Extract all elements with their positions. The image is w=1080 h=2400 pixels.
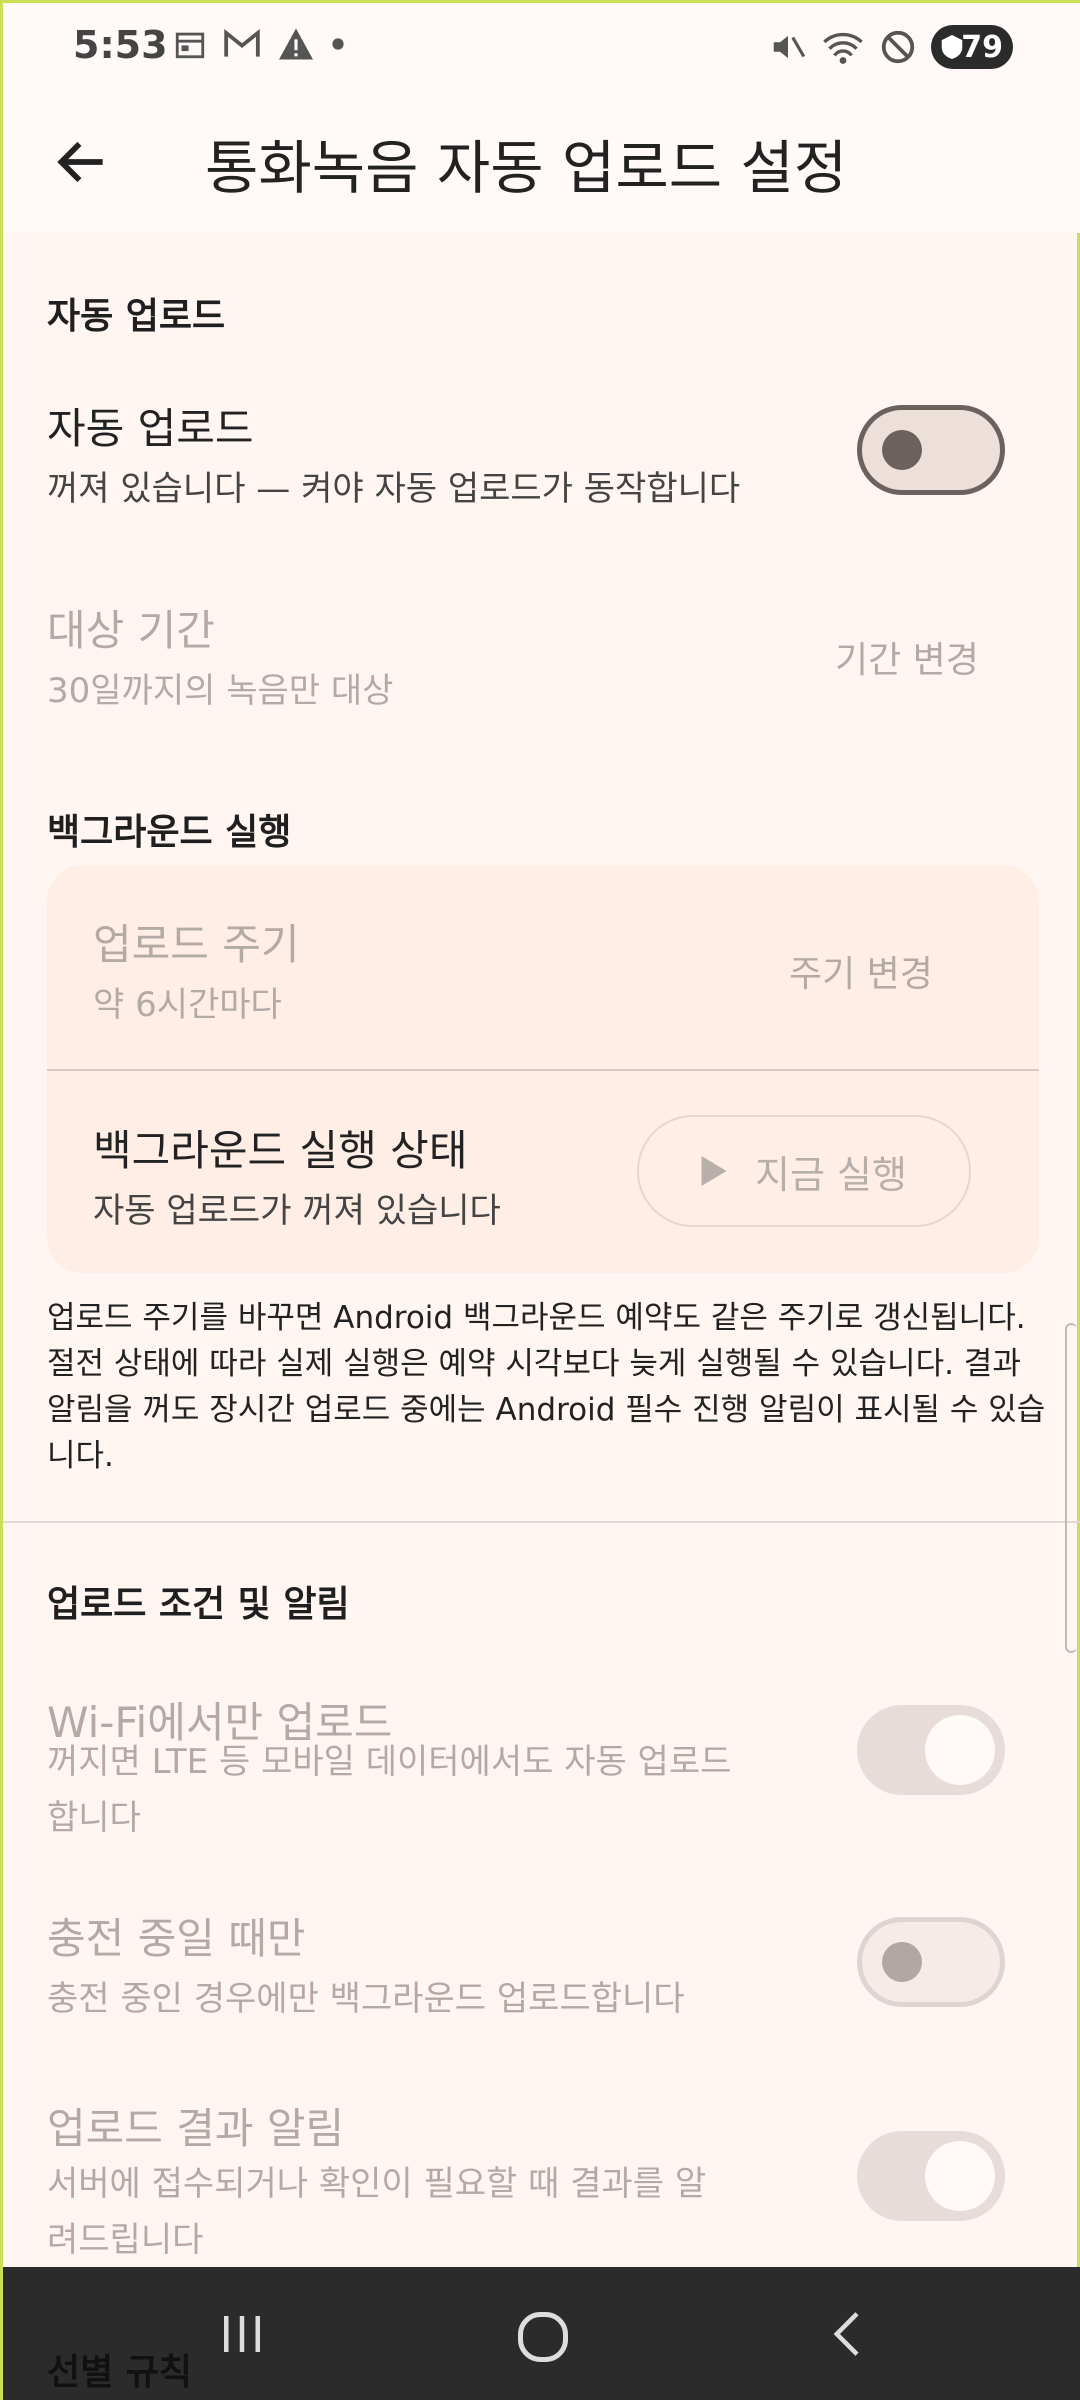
status-time: 5:53 [73,23,168,67]
section-heading-conditions: 업로드 조건 및 알림 [47,1584,350,1625]
upload-cycle-subtitle: 약 6시간마다 [93,985,282,1025]
charging-only-toggle[interactable] [857,1917,1005,2007]
period-title: 대상 기간 [47,606,215,655]
recents-icon[interactable] [215,2307,269,2361]
toggle-knob [882,1942,922,1982]
section-heading-selection-rules: 선별 규칙 [47,2352,193,2393]
wifi-only-subtitle-line1: 꺼지면 LTE 등 모바일 데이터에서도 자동 업로드 [47,1742,732,1782]
page-title: 통화녹음 자동 업로드 설정 [205,134,848,202]
battery-saver-icon [941,35,963,59]
dot-icon [332,38,344,50]
app-bar: 통화녹음 자동 업로드 설정 [3,93,1080,233]
result-notification-toggle[interactable] [857,2131,1005,2221]
run-now-label: 지금 실행 [755,1152,907,1197]
auto-upload-title: 자동 업로드 [47,404,254,453]
section-heading-auto-upload: 자동 업로드 [47,296,226,337]
gmail-icon [224,28,260,57]
scrollbar[interactable] [1065,1323,1077,1653]
charging-only-title: 충전 중일 때만 [47,1914,306,1963]
section-heading-background: 백그라운드 실행 [47,812,292,853]
run-now-button[interactable]: 지금 실행 [637,1115,971,1227]
play-icon [701,1156,727,1186]
battery-indicator: 79 [931,25,1013,69]
status-bar: 5:53 79 [3,3,1080,93]
wifi-only-toggle[interactable] [857,1705,1005,1795]
upload-cycle-title: 업로드 주기 [93,920,300,969]
battery-level: 79 [961,29,1003,65]
toggle-knob [882,430,922,470]
result-notification-title: 업로드 결과 알림 [47,2104,345,2153]
result-notification-subtitle-line1: 서버에 접수되거나 확인이 필요할 때 결과를 알 [47,2164,707,2204]
status-notification-icons [173,27,345,61]
background-card: 업로드 주기 약 6시간마다 주기 변경 백그라운드 실행 상태 자동 업로드가… [47,865,1039,1273]
toggle-knob [925,1715,995,1785]
warning-icon [279,28,313,60]
wifi-only-subtitle-line2: 합니다 [47,1798,141,1838]
background-note: 업로드 주기를 바꾸면 Android 백그라운드 예약도 같은 주기로 갱신됩… [47,1300,1046,1474]
do-not-disturb-icon [881,30,915,64]
auto-upload-subtitle: 꺼져 있습니다 — 켜야 자동 업로드가 동작합니다 [47,469,741,509]
home-icon[interactable] [513,2307,573,2367]
calendar-icon [175,32,205,59]
mute-icon [773,35,806,59]
auto-upload-toggle[interactable] [857,405,1005,495]
toggle-knob [925,2141,995,2211]
wifi-icon [823,32,863,64]
period-subtitle: 30일까지의 녹음만 대상 [47,671,394,711]
charging-only-subtitle: 충전 중인 경우에만 백그라운드 업로드합니다 [47,1979,685,2019]
section-divider [3,1521,1080,1523]
background-state-subtitle: 자동 업로드가 꺼져 있습니다 [93,1191,501,1231]
back-arrow-icon[interactable] [51,131,113,193]
card-divider [47,1069,1039,1071]
result-notification-subtitle-line2: 려드립니다 [47,2220,204,2260]
back-icon[interactable] [821,2307,875,2361]
status-system-icons: 79 [769,25,1013,69]
change-cycle-button[interactable]: 주기 변경 [789,945,933,997]
background-state-title: 백그라운드 실행 상태 [93,1126,468,1175]
change-period-button[interactable]: 기간 변경 [835,631,979,683]
